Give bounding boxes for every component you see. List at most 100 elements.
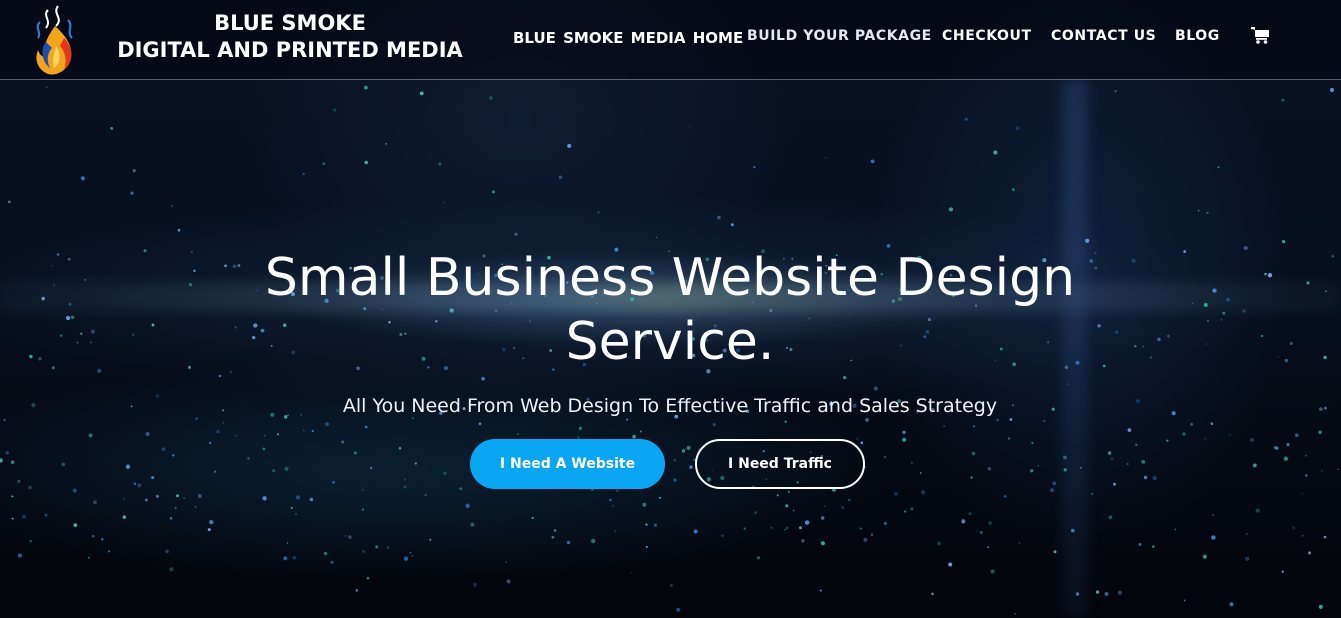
particle [870,533,874,536]
particle [311,429,314,433]
particle [144,498,148,502]
particle [1329,87,1335,93]
particle [1305,474,1308,477]
particle [1229,434,1231,436]
particle [1037,464,1040,467]
particle [1331,255,1334,258]
particle [753,165,756,169]
particle [684,448,687,451]
particle [1229,602,1234,607]
particle [1261,334,1264,338]
particle [481,376,485,381]
particle [355,589,359,592]
nav-item-blog[interactable]: BLOG [1175,28,1220,44]
particle [333,108,337,112]
particle [1203,302,1208,308]
particle [172,454,175,457]
particle [11,517,14,520]
particle [976,530,978,532]
nav-item-build-your-package[interactable]: BUILD YOUR PACKAGE [747,28,932,44]
particle [65,315,71,321]
nav-item-checkout[interactable]: CHECKOUT [942,28,1032,44]
particle [1063,468,1067,472]
particle [676,607,681,612]
particle [1183,250,1187,253]
particle [609,498,612,502]
particle [979,531,983,534]
particle [801,539,805,543]
particle [325,422,329,426]
particle [973,425,976,428]
particle [1113,482,1116,486]
particle [1264,272,1267,276]
particle [1305,454,1307,457]
particle [130,191,134,195]
particle [1011,188,1015,192]
particle [1267,273,1273,278]
particle [1182,432,1186,436]
particle [332,480,335,484]
particle [1275,446,1279,450]
particle [165,549,169,554]
particle [361,508,364,511]
particle [1245,556,1250,561]
particle [1166,439,1169,442]
particle [1204,438,1207,440]
particle [3,418,6,422]
particle [1212,288,1217,293]
particle [403,485,407,489]
particle [1321,470,1323,472]
particle [673,458,676,462]
particle [1281,98,1285,102]
shopping-cart-icon[interactable] [1251,27,1270,44]
particle [89,341,92,344]
particle [403,478,406,481]
nav-item-contact-us[interactable]: CONTACT US [1051,28,1156,44]
need-website-button[interactable]: I Need A Website [470,439,665,489]
particle [1243,245,1248,251]
particle [655,236,658,239]
particle [214,470,217,473]
particle [90,329,95,334]
particle [366,577,370,580]
need-traffic-button[interactable]: I Need Traffic [695,439,865,489]
particle [73,523,78,527]
nav-item-home[interactable]: BLUE SMOKE MEDIA HOME [513,29,743,47]
particle [658,496,662,499]
particle [799,526,802,530]
particle [11,495,14,498]
particle [1114,90,1117,93]
particle [1050,488,1055,493]
particle [642,502,647,507]
particle [459,487,463,491]
particle [566,540,571,545]
particle [902,430,906,434]
particle [403,556,409,561]
particle [1191,302,1194,305]
particle [472,582,478,587]
particle [0,458,3,463]
particle [804,520,810,525]
particle [820,541,825,546]
particle [785,526,789,530]
particle [721,534,724,537]
particle [1066,383,1069,385]
particle [1141,460,1146,464]
particle [859,527,862,530]
particle [937,541,941,546]
particle [309,497,314,502]
particle [364,425,368,429]
particle [1226,297,1230,302]
particle [948,562,953,567]
particle [17,479,21,484]
particle [17,553,22,558]
particle [385,143,388,145]
particle [591,538,596,544]
particle [784,420,787,423]
particle [1202,554,1207,559]
particle [1117,590,1122,595]
particle [70,315,75,320]
particle [470,522,475,527]
particle [1143,475,1148,480]
particle [123,498,126,500]
